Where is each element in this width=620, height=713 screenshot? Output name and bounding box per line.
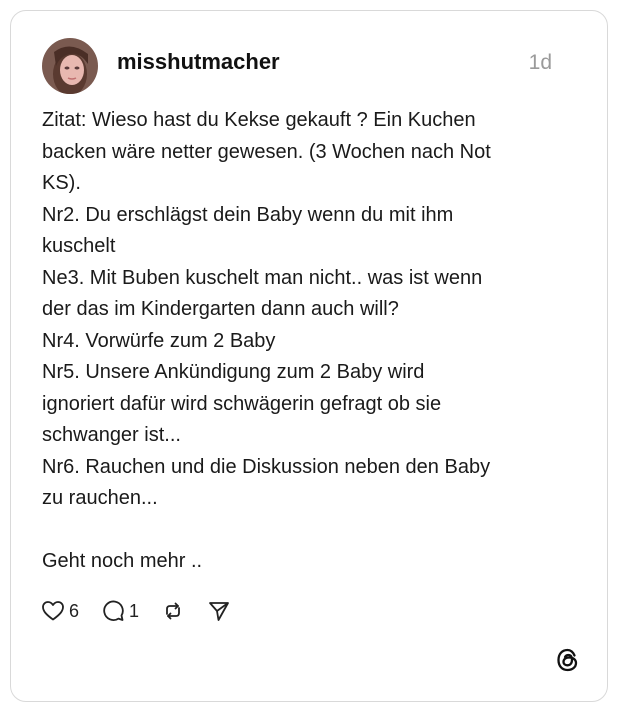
send-icon	[209, 602, 229, 621]
post-line: backen wäre netter gewesen. (3 Wochen na…	[42, 140, 491, 163]
username[interactable]: misshutmacher	[117, 49, 280, 75]
repost-icon	[166, 602, 180, 620]
speech-bubble-icon	[103, 600, 124, 621]
post-line: KS).	[42, 172, 81, 194]
post-line: Zitat: Wieso hast du Kekse gekauft ? Ein…	[42, 109, 476, 131]
repost-button[interactable]	[161, 599, 185, 623]
post-line: Nr6. Rauchen und die Diskussion neben de…	[42, 455, 491, 478]
post-closing-line: Geht noch mehr ..	[42, 550, 203, 572]
reply-count: 1	[129, 600, 140, 621]
like-button[interactable]: 6	[41, 599, 79, 623]
post-body: Zitat: Wieso hast du Kekse gekauft ? Ein…	[42, 105, 587, 578]
avatar[interactable]	[42, 38, 98, 94]
avatar-image	[42, 38, 98, 94]
post-line: der das im Kindergarten dann auch will?	[42, 298, 399, 320]
post-line: Nr5. Unsere Ankündigung zum 2 Baby wird	[42, 361, 425, 383]
post-line: Ne3. Mit Buben kuschelt man nicht.. was …	[42, 266, 483, 289]
post-line: ignoriert dafür wird schwägerin gefragt …	[42, 392, 442, 415]
post-timestamp: 1d	[528, 51, 552, 74]
like-count: 6	[69, 600, 80, 621]
post-line: kuschelt	[42, 235, 116, 257]
post-line: Nr2. Du erschlägst dein Baby wenn du mit…	[42, 203, 454, 226]
post-card: misshutmacher 1d Zitat: Wieso hast du Ke…	[10, 10, 608, 702]
post-line: zu rauchen...	[42, 487, 158, 509]
share-button[interactable]	[207, 599, 231, 623]
threads-logo-icon	[555, 647, 581, 673]
reply-button[interactable]: 1	[101, 599, 139, 623]
post-actions: 6 1	[41, 596, 253, 626]
post-line: Nr4. Vorwürfe zum 2 Baby	[42, 329, 276, 352]
heart-icon	[42, 601, 64, 621]
post-line: schwanger ist...	[42, 424, 181, 446]
